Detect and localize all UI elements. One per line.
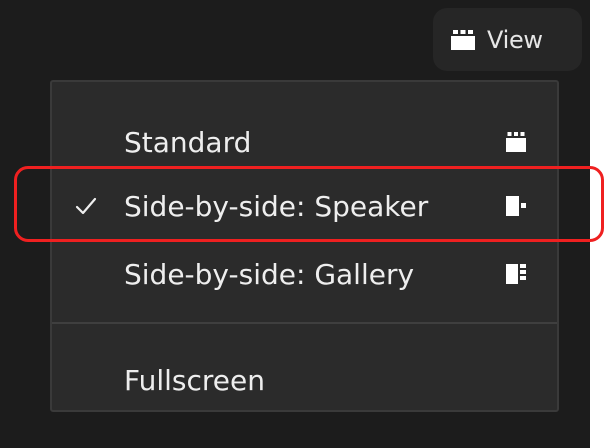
standard-view-icon — [506, 132, 526, 152]
screenshot: View Standard Side-by-side: Speaker Side… — [0, 0, 605, 448]
view-menu: Standard Side-by-side: Speaker Side-by-s… — [50, 80, 559, 412]
checkmark-icon — [75, 197, 97, 215]
menu-item-label: Side-by-side: Speaker — [124, 189, 429, 223]
gallery-side-icon — [506, 264, 526, 284]
menu-item-standard[interactable]: Standard — [52, 116, 557, 168]
menu-item-side-by-side-speaker[interactable]: Side-by-side: Speaker — [52, 178, 557, 234]
menu-item-side-by-side-gallery[interactable]: Side-by-side: Gallery — [52, 248, 557, 300]
gallery-view-icon — [451, 29, 475, 50]
menu-item-label: Fullscreen — [124, 363, 265, 397]
view-button-label: View — [487, 25, 543, 54]
menu-divider — [52, 322, 557, 324]
speaker-view-icon — [506, 196, 526, 216]
menu-item-label: Standard — [124, 125, 252, 159]
menu-item-fullscreen[interactable]: Fullscreen — [52, 354, 557, 406]
view-button[interactable]: View — [433, 8, 582, 71]
menu-item-label: Side-by-side: Gallery — [124, 257, 415, 291]
app-background: View Standard Side-by-side: Speaker Side… — [0, 0, 590, 448]
